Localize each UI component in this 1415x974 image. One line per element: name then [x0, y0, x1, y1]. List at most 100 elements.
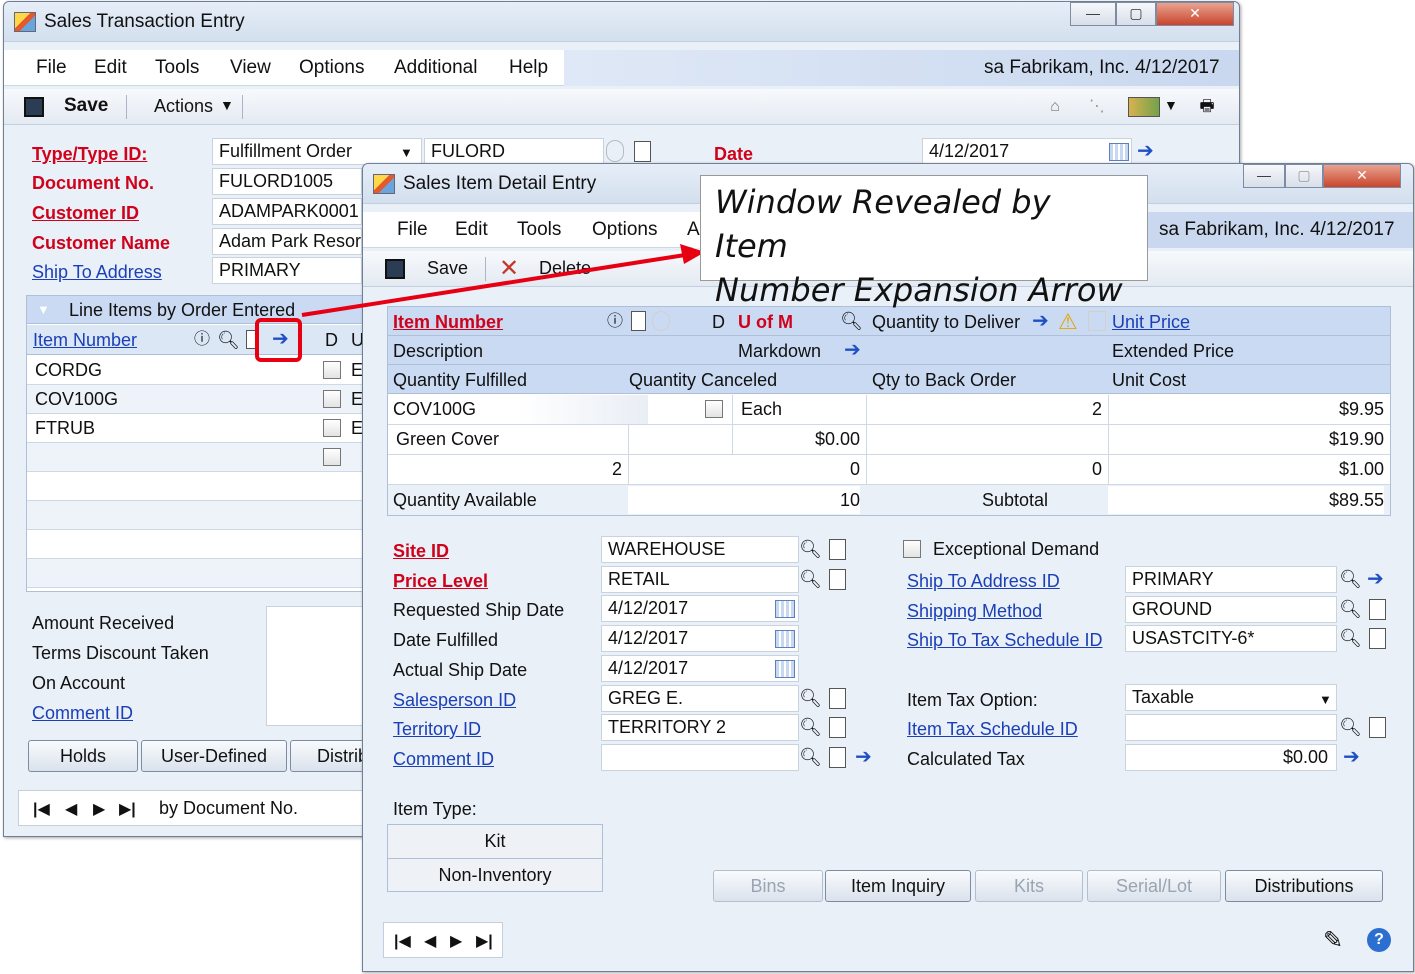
note-icon[interactable]: [1369, 717, 1386, 738]
delete-button[interactable]: Delete: [539, 258, 591, 279]
magnifier-icon[interactable]: 🔍︎: [840, 310, 863, 332]
menu-edit[interactable]: Edit: [455, 219, 488, 241]
sort-order[interactable]: by Document No.: [159, 794, 298, 822]
expand-arrow-icon[interactable]: ➔: [844, 337, 861, 362]
actual-ship-date-field[interactable]: 4/12/2017: [601, 655, 799, 682]
territory-id-field[interactable]: TERRITORY 2: [601, 714, 799, 741]
requested-ship-date-field[interactable]: 4/12/2017: [601, 595, 799, 622]
customer-id-label[interactable]: Customer ID: [32, 199, 139, 227]
site-id-field[interactable]: WAREHOUSE: [601, 536, 799, 563]
calendar-icon[interactable]: [775, 630, 795, 648]
qty-deliver-cell[interactable]: 2: [866, 395, 1102, 423]
table-row[interactable]: CORDG E: [27, 356, 365, 385]
menu-additional[interactable]: Additional: [394, 57, 477, 79]
magnifier-icon[interactable]: 🔍︎: [1339, 598, 1362, 620]
lookup-icon[interactable]: [652, 311, 670, 331]
uom-column[interactable]: U of M: [738, 308, 793, 336]
menu-options[interactable]: Options: [592, 219, 657, 241]
salesperson-id-field[interactable]: GREG E.: [601, 685, 799, 712]
expand-arrow-icon[interactable]: ➔: [855, 744, 872, 769]
magnifier-icon[interactable]: 🔍︎: [799, 716, 822, 738]
exceptional-demand-checkbox[interactable]: [903, 540, 921, 558]
tree-icon[interactable]: ⋱: [1086, 96, 1108, 118]
next-record-icon[interactable]: ▶: [93, 799, 105, 819]
calendar-icon[interactable]: [1109, 143, 1129, 161]
comment-id-field[interactable]: [601, 744, 799, 771]
help-icon[interactable]: ?: [1367, 928, 1391, 952]
drop-ship-checkbox[interactable]: [323, 390, 341, 408]
magnifier-icon[interactable]: 🔍︎: [217, 329, 240, 351]
note-icon[interactable]: [829, 717, 846, 738]
customer-name-field[interactable]: Adam Park Resort: [212, 228, 362, 255]
territory-id-label[interactable]: Territory ID: [393, 715, 481, 743]
item-tax-schedule-field[interactable]: [1125, 714, 1337, 741]
magnifier-icon[interactable]: 🔍︎: [1339, 627, 1362, 649]
last-record-icon[interactable]: ▶|: [476, 931, 493, 951]
user-defined-button[interactable]: User-Defined: [141, 740, 287, 772]
distributions-button[interactable]: Distrib: [290, 740, 370, 772]
warning-icon[interactable]: ⚠: [1058, 309, 1078, 335]
info-icon[interactable]: ⓘ: [604, 311, 626, 333]
minimize-button[interactable]: —: [1070, 2, 1116, 26]
table-row[interactable]: [27, 559, 365, 588]
dropdown-arrow-icon[interactable]: ▼: [1164, 97, 1178, 113]
calendar-icon[interactable]: [775, 660, 795, 678]
printer-icon[interactable]: 🖶: [1196, 96, 1218, 118]
expand-arrow-icon[interactable]: ➔: [1137, 138, 1154, 163]
next-record-icon[interactable]: ▶: [450, 931, 462, 951]
table-row[interactable]: FTRUB E: [27, 414, 365, 443]
comment-id-label[interactable]: Comment ID: [393, 745, 494, 773]
close-button[interactable]: ✕: [1323, 164, 1401, 188]
uom-cell[interactable]: Each: [741, 395, 782, 423]
expand-arrow-icon[interactable]: ➔: [1343, 744, 1360, 769]
type-id-label[interactable]: Type/Type ID:: [32, 140, 147, 168]
comment-id-label[interactable]: Comment ID: [32, 699, 133, 727]
menu-tools[interactable]: Tools: [155, 57, 199, 79]
menu-help[interactable]: Help: [509, 57, 548, 79]
note-icon[interactable]: [829, 688, 846, 709]
menu-options[interactable]: Options: [299, 57, 364, 79]
ship-to-tax-schedule-label[interactable]: Ship To Tax Schedule ID: [907, 626, 1102, 654]
item-tax-schedule-label[interactable]: Item Tax Schedule ID: [907, 715, 1078, 743]
maximize-button[interactable]: ▢: [1116, 2, 1156, 26]
table-row[interactable]: [27, 530, 365, 559]
price-level-field[interactable]: RETAIL: [601, 566, 799, 593]
customer-id-field[interactable]: ADAMPARK0001: [212, 198, 362, 225]
save-button[interactable]: Save: [427, 258, 468, 279]
unit-price-cell[interactable]: $9.95: [1108, 395, 1384, 423]
drop-ship-checkbox[interactable]: [705, 400, 723, 418]
dropdown-arrow-icon[interactable]: ▼: [400, 145, 413, 160]
drop-ship-checkbox[interactable]: [323, 361, 341, 379]
ship-to-address-field[interactable]: PRIMARY: [212, 257, 362, 284]
minimize-button[interactable]: —: [1243, 164, 1285, 188]
magnifier-icon[interactable]: 🔍︎: [799, 687, 822, 709]
note-pad-icon[interactable]: ✎: [1323, 926, 1343, 955]
unit-price-column[interactable]: Unit Price: [1112, 308, 1190, 336]
note-icon[interactable]: [829, 747, 846, 768]
magnifier-icon[interactable]: 🔍︎: [1339, 716, 1362, 738]
ship-to-address-id-label[interactable]: Ship To Address ID: [907, 567, 1060, 595]
note-icon[interactable]: [829, 539, 846, 560]
lookup-icon[interactable]: [606, 140, 624, 162]
previous-record-icon[interactable]: ◀: [424, 931, 436, 951]
magnifier-icon[interactable]: 🔍︎: [1339, 568, 1362, 590]
kits-button[interactable]: Kits: [975, 870, 1083, 902]
note-icon[interactable]: [1369, 599, 1386, 620]
ship-to-tax-schedule-field[interactable]: USASTCITY-6*: [1125, 625, 1337, 652]
expand-arrow-icon[interactable]: ➔: [1367, 566, 1384, 591]
save-button[interactable]: Save: [64, 95, 108, 117]
magnifier-icon[interactable]: 🔍︎: [799, 568, 822, 590]
table-row[interactable]: [27, 443, 365, 472]
menu-tools[interactable]: Tools: [517, 219, 561, 241]
collapse-icon[interactable]: ▼: [37, 302, 50, 317]
shipping-method-label[interactable]: Shipping Method: [907, 597, 1042, 625]
first-record-icon[interactable]: |◀: [33, 799, 50, 819]
home-icon[interactable]: ⌂: [1044, 96, 1066, 118]
qty-canceled-cell[interactable]: 0: [628, 455, 860, 483]
type-id-field[interactable]: FULORD: [424, 138, 604, 165]
item-number-column[interactable]: Item Number: [33, 326, 137, 354]
actions-button[interactable]: Actions: [154, 96, 213, 117]
salesperson-id-label[interactable]: Salesperson ID: [393, 686, 516, 714]
menu-additional[interactable]: A: [687, 219, 700, 241]
document-no-field[interactable]: FULORD1005: [212, 168, 362, 195]
